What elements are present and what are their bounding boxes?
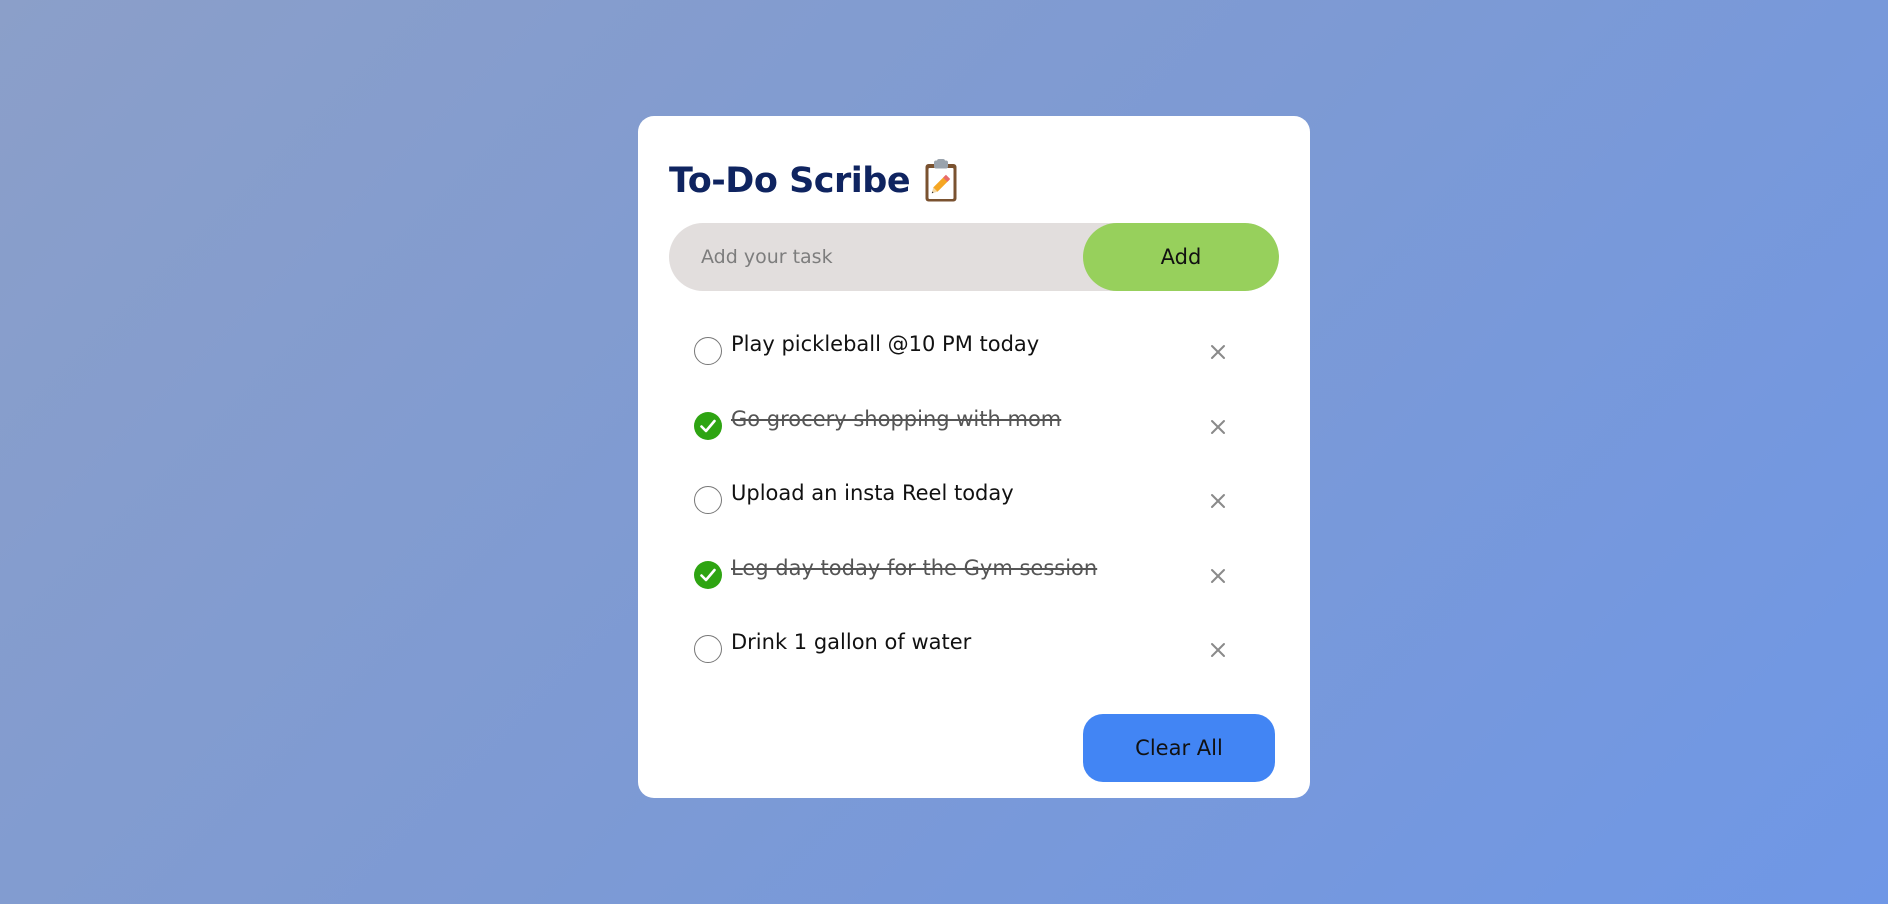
header: To-Do Scribe — [669, 154, 958, 208]
task-list: Play pickleball @10 PM today Go grocery s… — [694, 322, 1254, 695]
delete-task-icon[interactable] — [1208, 417, 1228, 437]
task-item[interactable]: Go grocery shopping with mom — [694, 397, 1254, 472]
delete-task-icon[interactable] — [1208, 566, 1228, 586]
task-text[interactable]: Drink 1 gallon of water — [731, 630, 971, 654]
task-input[interactable] — [669, 223, 1083, 291]
task-text[interactable]: Leg day today for the Gym session — [731, 556, 1097, 580]
todo-card: To-Do Scribe Add Play pickleball @10 PM … — [638, 116, 1310, 798]
clear-all-button[interactable]: Clear All — [1083, 714, 1275, 782]
task-text[interactable]: Play pickleball @10 PM today — [731, 332, 1039, 356]
delete-task-icon[interactable] — [1208, 342, 1228, 362]
add-task-bar: Add — [669, 223, 1279, 291]
add-button[interactable]: Add — [1083, 223, 1279, 291]
task-item[interactable]: Leg day today for the Gym session — [694, 546, 1254, 621]
delete-task-icon[interactable] — [1208, 491, 1228, 511]
delete-task-icon[interactable] — [1208, 640, 1228, 660]
task-item[interactable]: Play pickleball @10 PM today — [694, 322, 1254, 397]
unchecked-circle-icon[interactable] — [694, 337, 722, 365]
task-item[interactable]: Upload an insta Reel today — [694, 471, 1254, 546]
unchecked-circle-icon[interactable] — [694, 486, 722, 514]
app-title: To-Do Scribe — [669, 161, 911, 201]
task-item[interactable]: Drink 1 gallon of water — [694, 620, 1254, 695]
task-text[interactable]: Upload an insta Reel today — [731, 481, 1014, 505]
unchecked-circle-icon[interactable] — [694, 635, 722, 663]
checked-circle-icon[interactable] — [694, 411, 722, 440]
clipboard-pencil-icon — [924, 159, 958, 203]
task-text[interactable]: Go grocery shopping with mom — [731, 407, 1061, 431]
checked-circle-icon[interactable] — [694, 560, 722, 589]
